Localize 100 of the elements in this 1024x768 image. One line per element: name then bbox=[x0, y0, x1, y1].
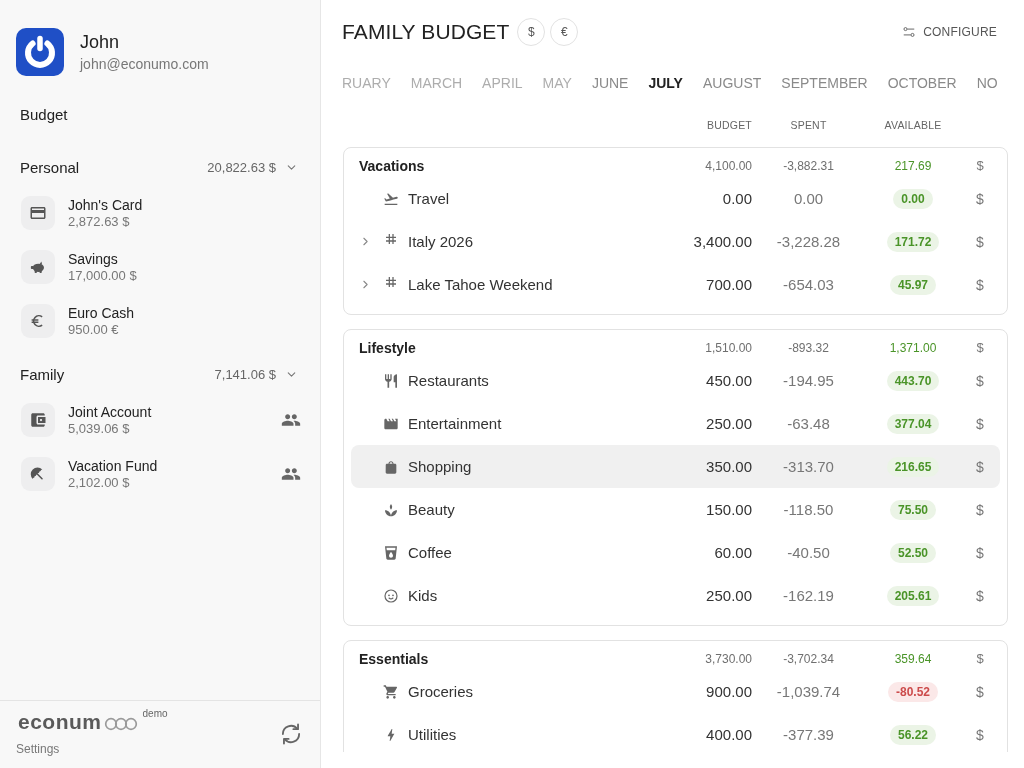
available-amount: -80.52 bbox=[888, 681, 938, 702]
currency-label: $ bbox=[976, 158, 984, 173]
available-amount: 443.70 bbox=[886, 370, 940, 391]
currency-chip[interactable]: € bbox=[550, 18, 579, 46]
budget-amount: 0.00 bbox=[722, 190, 752, 207]
budget-amount: 150.00 bbox=[706, 501, 752, 518]
group-spent: -3,882.31 bbox=[783, 158, 834, 173]
highlighted-row[interactable]: Shopping 350.00 -313.70 216.65 $ bbox=[351, 445, 1000, 488]
configure-button[interactable]: CONFIGURE bbox=[902, 21, 997, 43]
group-spent: -893.32 bbox=[788, 340, 829, 355]
page-title: FAMILY BUDGET bbox=[342, 20, 510, 44]
available-total: 217.69 bbox=[894, 158, 932, 173]
account-balance: 17,000.00 $ bbox=[68, 267, 137, 284]
available-total: 1,371.00 bbox=[889, 340, 937, 355]
account-name[interactable]: John's Card bbox=[68, 196, 143, 214]
piggy-bank-icon bbox=[21, 250, 55, 284]
logo-text: econum bbox=[18, 710, 102, 734]
column-header: BUDGET bbox=[707, 118, 752, 131]
currency-label: $ bbox=[976, 544, 984, 561]
category-name: Beauty bbox=[408, 501, 455, 518]
nav-link[interactable]: Budget bbox=[20, 95, 68, 135]
rings-icon bbox=[103, 717, 138, 731]
category-name: Italy 2026 bbox=[408, 233, 474, 250]
cart-icon bbox=[383, 683, 399, 700]
available-amount: 377.04 bbox=[886, 413, 940, 434]
budget-amount: 250.00 bbox=[706, 415, 752, 432]
currency-label: $ bbox=[976, 587, 984, 604]
category-name: Entertainment bbox=[408, 415, 502, 432]
group-name: Vacations bbox=[359, 157, 425, 174]
account-name[interactable]: Euro Cash bbox=[68, 304, 135, 322]
group-spent: -3,702.34 bbox=[783, 651, 834, 666]
settings-link[interactable]: Settings bbox=[16, 741, 60, 757]
account-name[interactable]: Savings bbox=[68, 250, 118, 268]
account-group-name: Family bbox=[20, 365, 65, 383]
category-name: Coffee bbox=[408, 544, 452, 561]
budget-amount: 3,400.00 bbox=[693, 233, 752, 250]
available-amount: 0.00 bbox=[893, 188, 933, 209]
currency-label: $ bbox=[976, 233, 984, 250]
currency-label: $ bbox=[976, 340, 984, 355]
category-name: Kids bbox=[408, 587, 438, 604]
currency-label: $ bbox=[976, 726, 984, 743]
umbrella-icon bbox=[21, 457, 55, 491]
month-tab[interactable]: NO bbox=[976, 75, 998, 91]
month-tab[interactable]: JUNE bbox=[591, 75, 629, 91]
group-name: Essentials bbox=[359, 650, 429, 667]
category-name: Utilities bbox=[408, 726, 457, 743]
demo-label: demo bbox=[142, 708, 168, 719]
month-tab[interactable]: JULY bbox=[648, 75, 683, 91]
column-header: SPENT bbox=[790, 118, 827, 131]
budget-amount: 250.00 bbox=[706, 587, 752, 604]
credit-card-icon bbox=[21, 196, 55, 230]
currency-label: $ bbox=[976, 458, 984, 475]
account-balance: 950.00 € bbox=[68, 321, 119, 338]
currency-label: $ bbox=[976, 651, 984, 666]
category-name: Travel bbox=[408, 190, 450, 207]
budget-amount: 60.00 bbox=[714, 544, 752, 561]
spent-amount: -40.50 bbox=[787, 544, 830, 561]
account-balance: 2,102.00 $ bbox=[68, 474, 130, 491]
currency-label: $ bbox=[976, 415, 984, 432]
category-name: Groceries bbox=[408, 683, 474, 700]
available-amount: 56.22 bbox=[890, 724, 936, 745]
euro-icon bbox=[21, 304, 55, 338]
account-group-total: 7,141.06 $ bbox=[214, 366, 276, 382]
spent-amount: -313.70 bbox=[783, 458, 834, 475]
account-name[interactable]: Vacation Fund bbox=[68, 457, 158, 475]
account-name[interactable]: Joint Account bbox=[68, 403, 152, 421]
available-amount: 75.50 bbox=[890, 499, 936, 520]
category-name: Shopping bbox=[408, 458, 472, 475]
currency-label: $ bbox=[976, 276, 984, 293]
spent-amount: -63.48 bbox=[787, 415, 830, 432]
spent-amount: -1,039.74 bbox=[776, 683, 841, 700]
currency-chip[interactable]: $ bbox=[517, 18, 546, 46]
available-amount: 45.97 bbox=[890, 274, 936, 295]
currency-label: $ bbox=[976, 190, 984, 207]
budget-amount: 700.00 bbox=[706, 276, 752, 293]
column-header: AVAILABLE bbox=[884, 118, 942, 131]
available-amount: 216.65 bbox=[886, 456, 940, 477]
spent-amount: -3,228.28 bbox=[776, 233, 841, 250]
group-budget: 1,510.00 bbox=[705, 340, 752, 355]
spent-amount: -162.19 bbox=[783, 587, 834, 604]
budget-amount: 450.00 bbox=[706, 372, 752, 389]
spent-amount: -377.39 bbox=[783, 726, 834, 743]
available-amount: 205.61 bbox=[886, 585, 940, 606]
category-name: Lake Tahoe Weekend bbox=[408, 276, 553, 293]
account-group-total: 20,822.63 $ bbox=[207, 159, 276, 175]
account-group-name: Personal bbox=[20, 158, 80, 176]
currency-label: $ bbox=[976, 501, 984, 518]
month-tab[interactable]: AUGUST bbox=[702, 75, 762, 91]
available-amount: 171.72 bbox=[886, 231, 940, 252]
available-total: 359.64 bbox=[894, 651, 932, 666]
shopping-bag-icon bbox=[383, 458, 399, 475]
spent-amount: -118.50 bbox=[783, 501, 834, 518]
account-balance: 5,039.06 $ bbox=[68, 420, 130, 437]
currency-label: $ bbox=[976, 372, 984, 389]
currency-label: $ bbox=[976, 683, 984, 700]
power-icon bbox=[16, 28, 64, 76]
spent-amount: -654.03 bbox=[783, 276, 834, 293]
spent-amount: -194.95 bbox=[783, 372, 834, 389]
category-name: Restaurants bbox=[408, 372, 489, 389]
user-email: john@econumo.com bbox=[80, 54, 209, 74]
